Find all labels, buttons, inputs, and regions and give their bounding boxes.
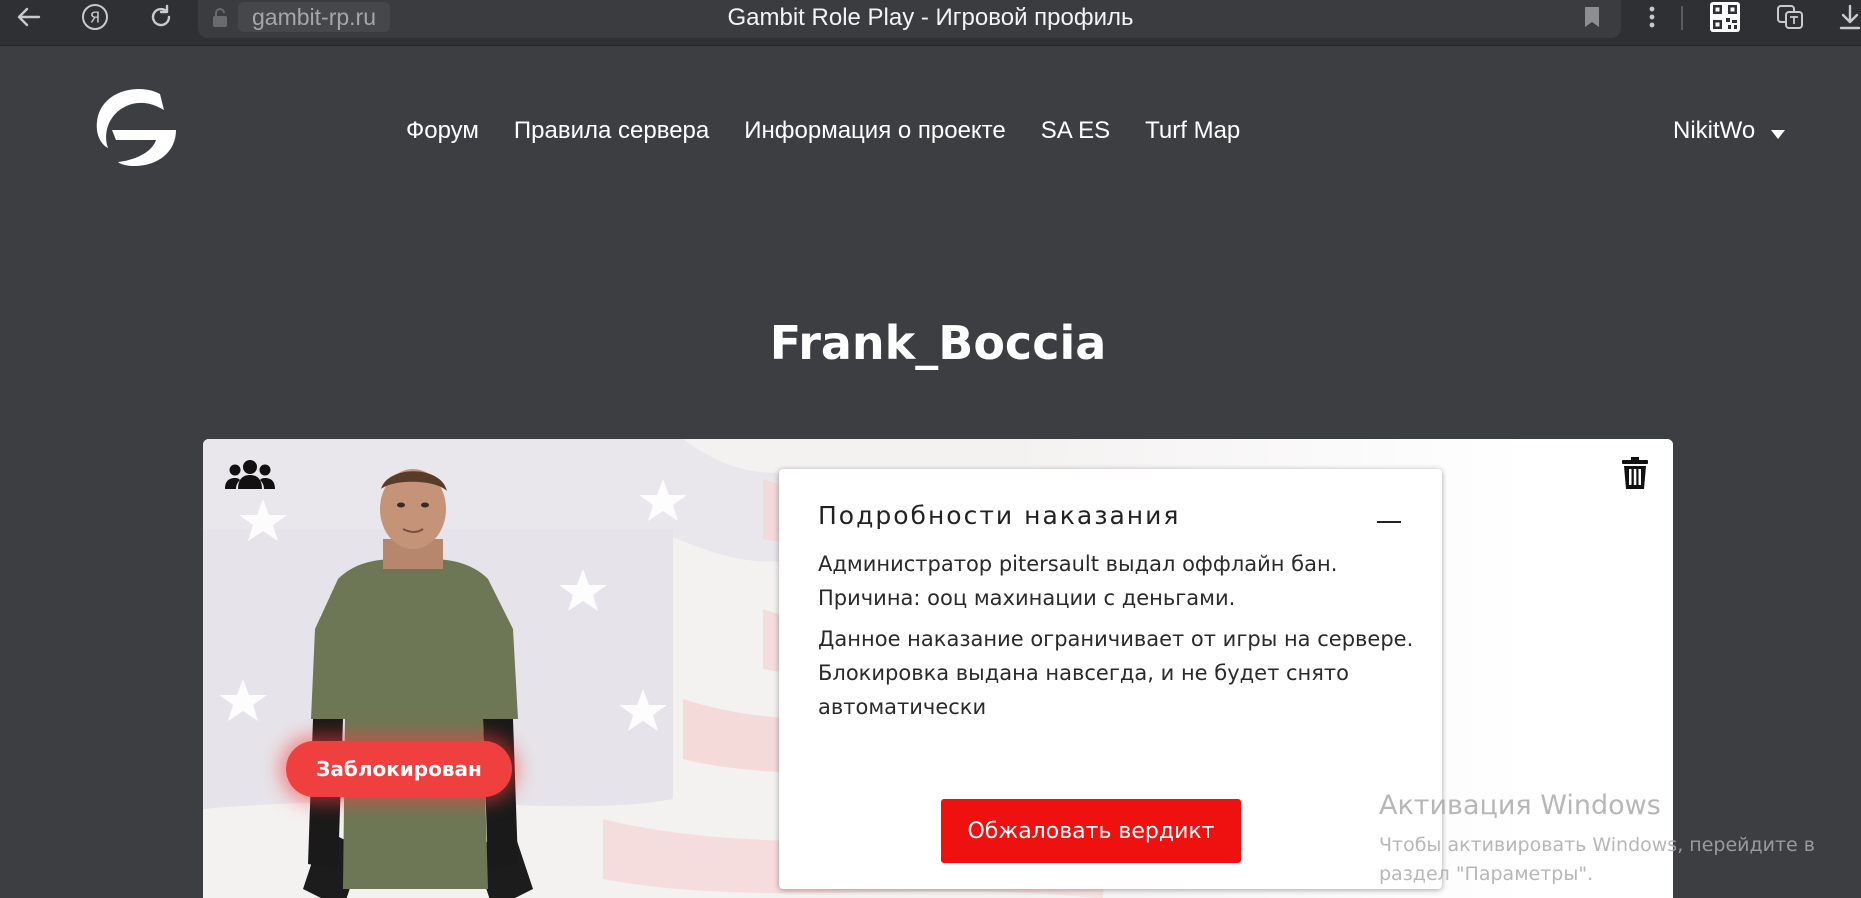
lock-icon (212, 8, 228, 32)
punishment-description: Администратор pitersault выдал оффлайн б… (818, 547, 1418, 731)
translate-icon[interactable] (1774, 0, 1806, 34)
nav-forum[interactable]: Форум (406, 117, 479, 145)
punishment-duration-line: Данное наказание ограничивает от игры на… (818, 627, 1414, 719)
windows-activation-watermark: Активация Windows Чтобы активировать Win… (1379, 790, 1849, 889)
nav-sa-es[interactable]: SA ES (1041, 117, 1110, 145)
qr-code-icon[interactable] (1708, 0, 1742, 34)
punishment-details-panel: Подробности наказания Администратор pite… (779, 469, 1442, 889)
toolbar-separator (1681, 6, 1683, 30)
more-options-icon[interactable] (1640, 0, 1664, 34)
back-arrow-icon[interactable] (14, 0, 44, 34)
nav-server-rules[interactable]: Правила сервера (514, 117, 709, 145)
punishment-title: Подробности наказания (818, 501, 1181, 530)
address-domain[interactable]: gambit-rp.ru (238, 2, 390, 32)
caret-down-icon[interactable] (1771, 129, 1786, 139)
download-icon[interactable] (1838, 0, 1861, 34)
character-skin-image (303, 469, 533, 898)
punishment-admin-line: Администратор pitersault выдал оффлайн б… (818, 552, 1338, 576)
bookmark-icon[interactable] (1583, 6, 1601, 32)
user-menu[interactable]: NikitWo (1673, 117, 1786, 145)
main-nav: Форум Правила сервера Информация о проек… (406, 117, 1275, 145)
windows-watermark-subtitle: Чтобы активировать Windows, перейдите в … (1379, 834, 1815, 885)
punishment-reason-line: Причина: ooц махинации с деньгами. (818, 586, 1236, 610)
svg-text:Я: Я (90, 9, 100, 27)
address-bar[interactable]: gambit-rp.ru (198, 0, 1621, 38)
reload-icon[interactable] (146, 0, 176, 34)
appeal-button[interactable]: Обжаловать вердикт (941, 799, 1241, 863)
collapse-minus-icon[interactable] (1377, 521, 1401, 523)
site-logo[interactable] (92, 86, 178, 170)
trash-icon[interactable] (1622, 457, 1648, 493)
nav-turf-map[interactable]: Turf Map (1145, 117, 1240, 145)
yandex-icon[interactable]: Я (80, 0, 110, 34)
page-title: Frank_Boccia (769, 316, 1107, 370)
windows-watermark-title: Активация Windows (1379, 790, 1661, 821)
browser-toolbar: Я gambit-rp.ru Gambit Role Play - Игрово… (0, 0, 1861, 46)
status-badge: Заблокирован (286, 741, 512, 797)
nav-project-info[interactable]: Информация о проекте (744, 117, 1006, 145)
username[interactable]: NikitWo (1673, 117, 1755, 145)
